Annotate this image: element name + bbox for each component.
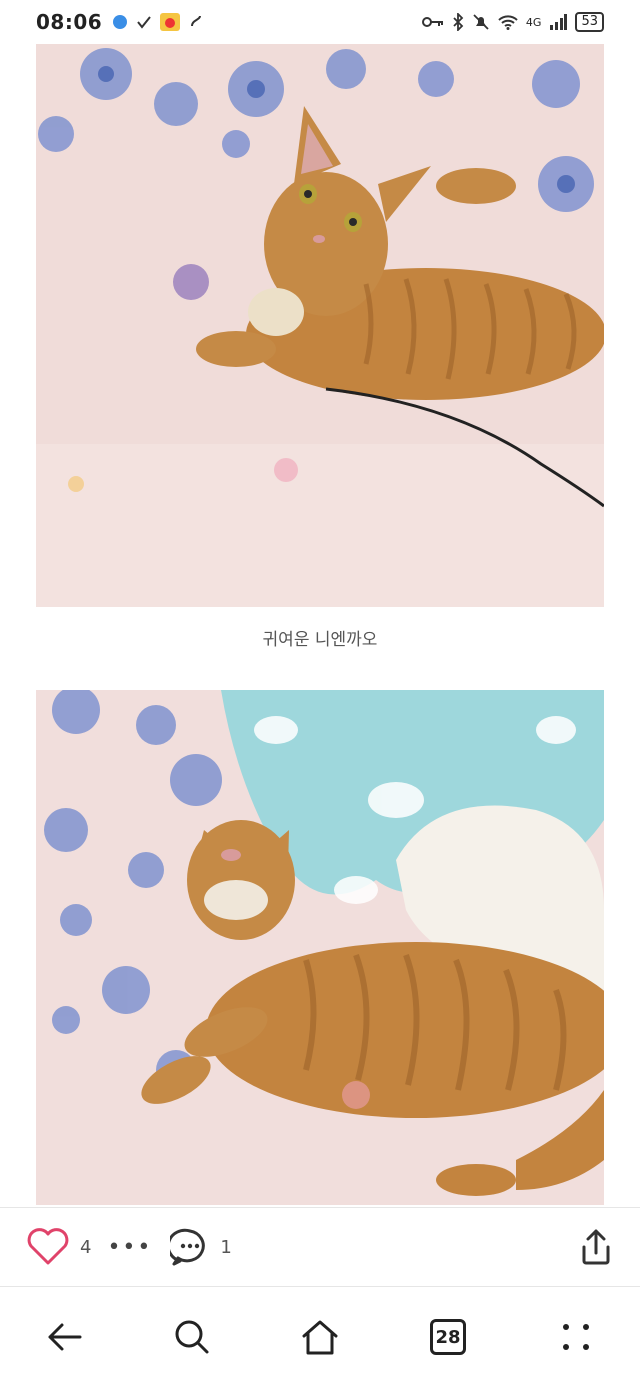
share-button[interactable]: [578, 1227, 614, 1267]
heart-icon: [27, 1228, 69, 1265]
status-notification-icons: [112, 13, 204, 31]
menu-button[interactable]: [546, 1307, 606, 1367]
signal-icon: [550, 14, 568, 30]
app-notification-icon: [113, 15, 128, 29]
share-icon: [582, 1229, 610, 1265]
battery-indicator: 53: [575, 12, 604, 32]
back-button[interactable]: [34, 1307, 94, 1367]
weibo-icon: [160, 13, 181, 31]
tab-count: 28: [435, 1326, 461, 1348]
tabs-button[interactable]: 28: [418, 1307, 478, 1367]
comment-count: 1: [220, 1236, 232, 1258]
status-right-icons: 4G 53: [421, 12, 604, 32]
network-type: 4G: [525, 15, 542, 29]
comment-button[interactable]: 1: [170, 1227, 232, 1267]
back-arrow-icon: [48, 1323, 82, 1351]
post-action-bar: 4 ••• 1: [0, 1207, 640, 1287]
post-photo-2[interactable]: [36, 690, 604, 1205]
bluetooth-icon: [453, 13, 464, 31]
mute-bell-icon: [473, 14, 489, 30]
cat-photo-image-2: [36, 690, 604, 1205]
post-caption: 귀여운 니엔까오: [262, 630, 378, 650]
status-time: 08:06: [36, 10, 103, 34]
wifi-icon: [498, 15, 518, 30]
search-icon: [175, 1320, 209, 1354]
browser-nav-bar: 28: [0, 1288, 640, 1386]
status-bar: 08:06 4G 53: [0, 0, 640, 44]
search-button[interactable]: [162, 1307, 222, 1367]
like-button[interactable]: 4: [26, 1227, 91, 1267]
home-icon: [302, 1320, 338, 1355]
home-button[interactable]: [290, 1307, 350, 1367]
more-options-button[interactable]: •••: [107, 1235, 152, 1260]
grid-menu-icon: [563, 1324, 589, 1350]
gesture-icon: [191, 15, 202, 27]
tabs-icon: 28: [430, 1319, 466, 1355]
cat-photo-image-1: [36, 44, 604, 607]
like-count: 4: [80, 1236, 92, 1258]
post-photo-1[interactable]: [36, 44, 604, 607]
check-notification-icon: [137, 16, 151, 29]
key-icon: [421, 17, 443, 27]
comment-bubble-icon: [170, 1228, 206, 1266]
